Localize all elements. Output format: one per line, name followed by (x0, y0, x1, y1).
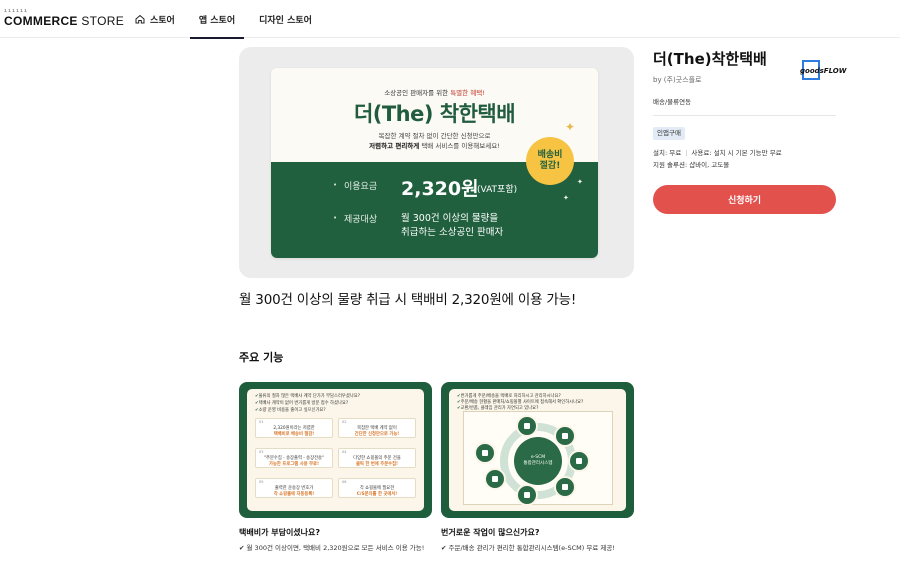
question-line: 택배사 계약이 없어 번거롭게 방문 접수 하셨나요? (255, 400, 349, 406)
badge-line-2: 절감! (539, 161, 561, 171)
main-nav: 스토어 앱 스토어 디자인 스토어 (126, 0, 327, 39)
badge-line-1: 배송비 (537, 150, 563, 160)
in-app-purchase-tag: 인앱구매 (653, 127, 685, 140)
sparkle-icon: ✦ (563, 194, 569, 202)
commerce-store-logo[interactable]: ıııııı COMMERCE STORE (4, 9, 124, 29)
escm-node-icon (554, 425, 576, 447)
feature-card-image: 번거롭게 주문/배송을 택배로 처리하시고 관리하시나요? 주문/배송 현황을 … (449, 389, 626, 511)
target-line-1: 월 300건 이상의 물량을 (401, 213, 499, 224)
nav-app-store-label: 앱 스토어 (198, 15, 236, 26)
top-navigation-bar: ıııııı COMMERCE STORE 스토어 앱 스토어 디자인 스토어 (0, 0, 900, 39)
nav-app-store[interactable]: 앱 스토어 (189, 0, 245, 39)
features-section-title: 주요 기능 (239, 351, 284, 364)
escm-node-icon (516, 415, 538, 437)
escm-node-icon (484, 468, 506, 490)
pricing-info: 설치: 무료 | 사용료: 설치 시 기본 기능만 무료 (653, 149, 782, 157)
bullet-icon: • (333, 181, 338, 189)
product-hero: 소상공인 판매자를 위한 특별한 혜택! 더(The) 착한택배 복잡한 계약 … (239, 47, 634, 278)
apply-button[interactable]: 신청하기 (653, 185, 836, 214)
banner-subtitle: 소상공인 판매자를 위한 특별한 혜택! (384, 89, 485, 97)
escm-node-icon (568, 450, 590, 472)
benefit-box: 02 복잡한 택배 계약 없이 간단한 신청만으로 가능! (338, 418, 416, 438)
divider (653, 115, 836, 116)
product-vendor: by (주)굿스플로 (653, 76, 702, 84)
feature-caption-desc: ✔ 주문/배송 관리가 편리한 통합관리시스템(e-SCM) 무료 제공! (441, 544, 615, 552)
question-line: 소량 운영 비용을 줄이고 싶으신가요? (255, 407, 326, 413)
escm-node-icon (516, 484, 538, 506)
price-vat: (VAT포함) (477, 185, 518, 195)
sparkle-icon: ✦ (577, 178, 583, 186)
feature-caption-desc: ✔ 월 300건 이상이면, 택배비 2,320원으로 모든 서비스 이용 가능… (239, 544, 425, 552)
question-line: 물류의 절차 많은 택배사 계약 단가가 부담스러우셨나요? (255, 393, 360, 399)
vendor-logo: goodsFLOW (800, 60, 846, 82)
product-category: 배송/물류연동 (653, 98, 692, 106)
feature-card-image: 물류의 절차 많은 택배사 계약 단가가 부담스러우셨나요? 택배사 계약이 없… (247, 389, 424, 511)
banner-title: 더(The) 착한택배 (353, 102, 516, 126)
feature-card-cost[interactable]: 물류의 절차 많은 택배사 계약 단가가 부담스러우셨나요? 택배사 계약이 없… (239, 382, 432, 518)
escm-node-icon (554, 476, 576, 498)
benefit-box: 01 2,320원이라는 저렴한 택배비로 배송비 절감! (255, 418, 333, 438)
bullet-icon: • (333, 214, 338, 222)
product-headline: 월 300건 이상의 물량 취급 시 택배비 2,320원에 이용 가능! (239, 292, 577, 308)
sparkle-icon: ✦ (565, 120, 576, 134)
product-title: 더(The)착한택배 (653, 50, 767, 68)
home-icon (135, 14, 145, 24)
nav-store-label: 스토어 (150, 15, 175, 26)
benefit-box: 03 "주문수집 - 송장출력 - 송장전송" 가능한 프로그램 사용 무료! (255, 448, 333, 468)
price-label: 이용요금 (344, 182, 378, 192)
nav-design-store[interactable]: 디자인 스토어 (250, 0, 321, 38)
feature-card-escm[interactable]: 번거롭게 주문/배송을 택배로 처리하시고 관리하시나요? 주문/배송 현황을 … (441, 382, 634, 518)
escm-diagram: e-SCM 통합관리시스템 (463, 411, 613, 506)
savings-badge: 배송비 절감! (526, 137, 574, 185)
benefit-box: 05 출력한 운송장 번호가 각 쇼핑몰에 자동등록! (255, 478, 333, 498)
feature-caption-title: 택배비가 부담이셨나요? (239, 528, 321, 537)
nav-design-store-label: 디자인 스토어 (259, 15, 312, 26)
escm-node-icon (474, 442, 496, 464)
benefit-box: 06 각 쇼핑몰에 필요한 C/S문의를 한 곳에서! (338, 478, 416, 498)
logo-text: COMMERCE STORE (4, 14, 124, 28)
escm-center: e-SCM 통합관리시스템 (514, 437, 562, 485)
vendor-logo-text: goodsFLOW (800, 67, 847, 75)
nav-store[interactable]: 스토어 (126, 0, 184, 38)
price-value: 2,320원 (401, 178, 479, 200)
target-label: 제공대상 (344, 215, 378, 225)
promo-banner: 소상공인 판매자를 위한 특별한 혜택! 더(The) 착한택배 복잡한 계약 … (271, 68, 598, 258)
supported-solutions: 지원 솔루션: 샵바이, 고도몰 (653, 161, 730, 169)
feature-caption-title: 번거로운 작업이 많으신가요? (441, 528, 540, 537)
benefit-box: 04 다양한 쇼핑몰의 주문 건을 클릭 한 번에 주문수집! (338, 448, 416, 468)
target-line-2: 취급하는 소상공인 판매자 (401, 227, 504, 238)
